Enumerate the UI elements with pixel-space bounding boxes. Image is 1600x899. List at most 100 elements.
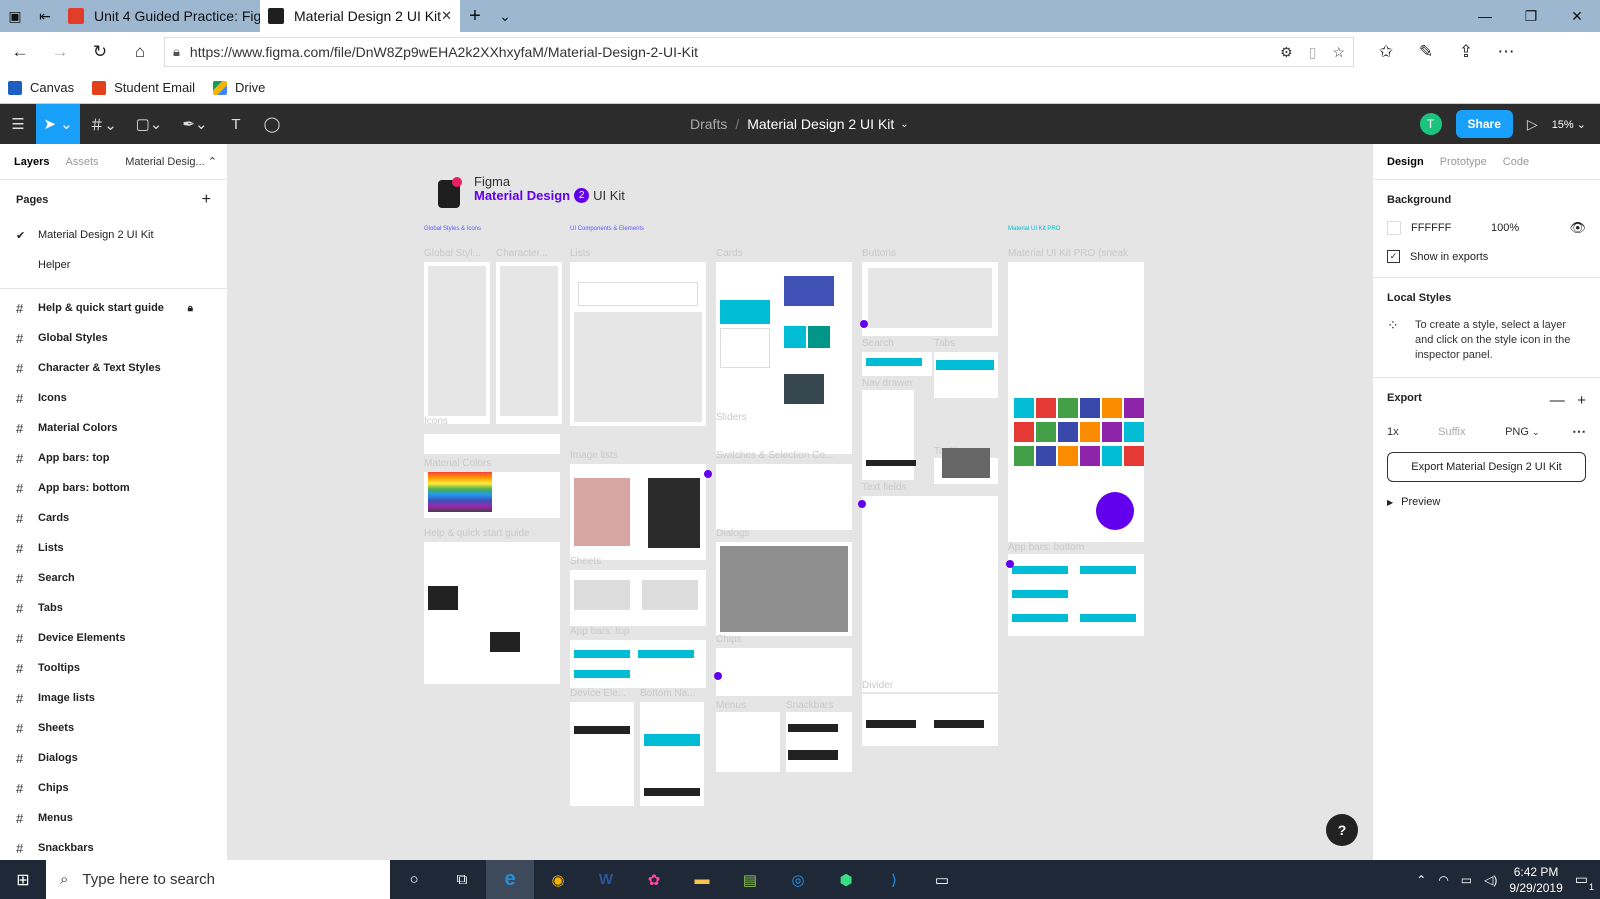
layer-item[interactable]: # App bars: bottom [0, 473, 227, 503]
favorites-hub-icon[interactable]: ✩ [1366, 32, 1406, 72]
reading-view-icon[interactable]: ▯ [1309, 44, 1317, 61]
help-button[interactable]: ? [1326, 814, 1358, 846]
more-icon[interactable]: ⋯ [1486, 32, 1526, 72]
add-page-icon[interactable]: + [202, 191, 211, 209]
export-suffix[interactable]: Suffix [1438, 426, 1505, 438]
add-export-icon[interactable]: + [1577, 392, 1586, 409]
battery-icon[interactable]: ▭ [1461, 873, 1472, 887]
visibility-eye-icon[interactable]: 👁︎ [1569, 220, 1586, 236]
frame-label[interactable]: Divider [862, 680, 893, 691]
file-explorer-icon[interactable]: ▬ [678, 860, 726, 899]
layer-item[interactable]: # App bars: top [0, 443, 227, 473]
favorite-star-icon[interactable]: ☆ [1332, 44, 1345, 61]
frame-label[interactable]: Menus [716, 700, 746, 711]
tab-prototype[interactable]: Prototype [1440, 156, 1487, 168]
windows-start-icon[interactable]: ⊞ [0, 860, 46, 899]
background-swatch[interactable] [1387, 221, 1401, 235]
wifi-icon[interactable]: ◠ [1438, 873, 1448, 887]
bookmark-drive[interactable]: Drive [213, 80, 265, 95]
comment-pin-icon[interactable] [858, 500, 866, 508]
browser-tab-figma[interactable]: Material Design 2 UI Kit ✕ [260, 0, 460, 32]
vscode-icon[interactable]: ⟩ [870, 860, 918, 899]
frame-tool-icon[interactable]: ＃⌄ [80, 104, 126, 144]
remove-export-icon[interactable]: — [1550, 392, 1565, 409]
text-tool-icon[interactable]: T [218, 104, 254, 144]
frame-label[interactable]: Image lists [570, 450, 618, 461]
frame-label[interactable]: Help & quick start guide [424, 528, 530, 539]
back-icon[interactable]: ← [0, 32, 40, 72]
main-menu-icon[interactable]: ☰ [0, 104, 36, 144]
task-view-icon[interactable]: ⧉ [438, 860, 486, 899]
artboard-frame[interactable] [786, 712, 852, 772]
layer-item[interactable]: # Tooltips [0, 653, 227, 683]
drafts-link[interactable]: Drafts [690, 116, 727, 132]
artboard-frame[interactable] [934, 352, 998, 398]
layer-item[interactable]: # Lists [0, 533, 227, 563]
tab-layers[interactable]: Layers [14, 156, 49, 168]
frame-label[interactable]: Search [862, 338, 894, 349]
layer-item[interactable]: # Material Colors [0, 413, 227, 443]
notes-pen-icon[interactable]: ✎ [1406, 32, 1446, 72]
frame-label[interactable]: Text fields [862, 482, 906, 493]
frame-label[interactable]: Cards [716, 248, 743, 259]
frame-label[interactable]: Sliders [716, 412, 747, 423]
page-selector[interactable]: Material Desig... ⌃ [125, 155, 217, 168]
lock-icon[interactable]: 🔒︎ [188, 303, 193, 314]
volume-icon[interactable]: ◁) [1484, 873, 1497, 887]
file-menu-chevron-icon[interactable]: ⌄ [900, 119, 908, 130]
home-icon[interactable]: ⌂ [120, 32, 160, 72]
close-window-icon[interactable]: ✕ [1554, 0, 1600, 32]
comment-pin-icon[interactable] [860, 320, 868, 328]
set-aside-tabs-icon[interactable]: ⇤ [30, 0, 60, 32]
frame-label[interactable]: Bottom Na... [640, 688, 696, 699]
bookmark-canvas[interactable]: Canvas [8, 80, 74, 95]
taskbar-search[interactable]: ⌕ Type here to search [46, 860, 390, 899]
comment-tool-icon[interactable]: ◯ [254, 104, 290, 144]
tray-chevron-icon[interactable]: ⌃ [1416, 873, 1426, 887]
artboard-frame[interactable] [570, 702, 634, 806]
layer-item[interactable]: # Global Styles [0, 323, 227, 353]
layer-item[interactable]: # Dialogs [0, 743, 227, 773]
artboard-frame[interactable] [424, 434, 560, 454]
frame-label[interactable]: Material UI Kit PRO (sneak [1008, 248, 1128, 259]
share-button[interactable]: Share [1455, 110, 1513, 138]
artboard-frame[interactable] [570, 640, 706, 688]
shape-tool-icon[interactable]: ▢⌄ [126, 104, 172, 144]
artboard-frame[interactable] [424, 542, 560, 684]
page-item-material-design[interactable]: ✔ Material Design 2 UI Kit [0, 220, 227, 250]
notepad-icon[interactable]: ▤ [726, 860, 774, 899]
browser-tab-unit4[interactable]: Unit 4 Guided Practice: Fign [60, 0, 260, 32]
new-tab-icon[interactable]: + [460, 0, 490, 32]
layer-item[interactable]: # Cards [0, 503, 227, 533]
artboard-frame[interactable] [716, 712, 780, 772]
frame-label[interactable]: Switches & Selection Co... [716, 450, 833, 461]
frame-label[interactable]: Material Colors [424, 458, 491, 469]
layer-item[interactable]: # Search [0, 563, 227, 593]
word-icon[interactable]: W [582, 860, 630, 899]
terminal-icon[interactable]: ▭ [918, 860, 966, 899]
layer-item[interactable]: # Help & quick start guide 🔒︎ [0, 293, 227, 323]
export-format[interactable]: PNG ⌄ [1505, 426, 1572, 438]
restore-icon[interactable]: ❐ [1508, 0, 1554, 32]
frame-label[interactable]: Buttons [862, 248, 896, 259]
layer-item[interactable]: # Sheets [0, 713, 227, 743]
frame-label[interactable]: Nav drawer [862, 378, 913, 389]
frame-label[interactable]: Device Ele... [570, 688, 626, 699]
tab-assets[interactable]: Assets [65, 156, 98, 168]
frame-label[interactable]: App bars: top [570, 626, 629, 637]
avatar[interactable]: T [1419, 113, 1442, 135]
present-play-icon[interactable]: ▷ [1527, 116, 1538, 133]
frame-label[interactable]: Icons [424, 416, 448, 427]
figma-canvas[interactable]: Figma Material Design 2 UI Kit Global St… [228, 144, 1372, 860]
export-button[interactable]: Export Material Design 2 UI Kit [1387, 452, 1586, 482]
paint-icon[interactable]: ✿ [630, 860, 678, 899]
layer-item[interactable]: # Snackbars [0, 833, 227, 860]
layer-item[interactable]: # Menus [0, 803, 227, 833]
artboard-frame[interactable] [862, 390, 914, 480]
file-name[interactable]: Material Design 2 UI Kit [747, 116, 894, 132]
extension-icon[interactable]: ⚙ [1280, 44, 1293, 61]
show-in-exports-checkbox[interactable]: ✓ [1387, 250, 1400, 263]
tab-design[interactable]: Design [1387, 156, 1424, 168]
frame-label[interactable]: Global Styl... [424, 248, 481, 259]
layer-item[interactable]: # Character & Text Styles [0, 353, 227, 383]
